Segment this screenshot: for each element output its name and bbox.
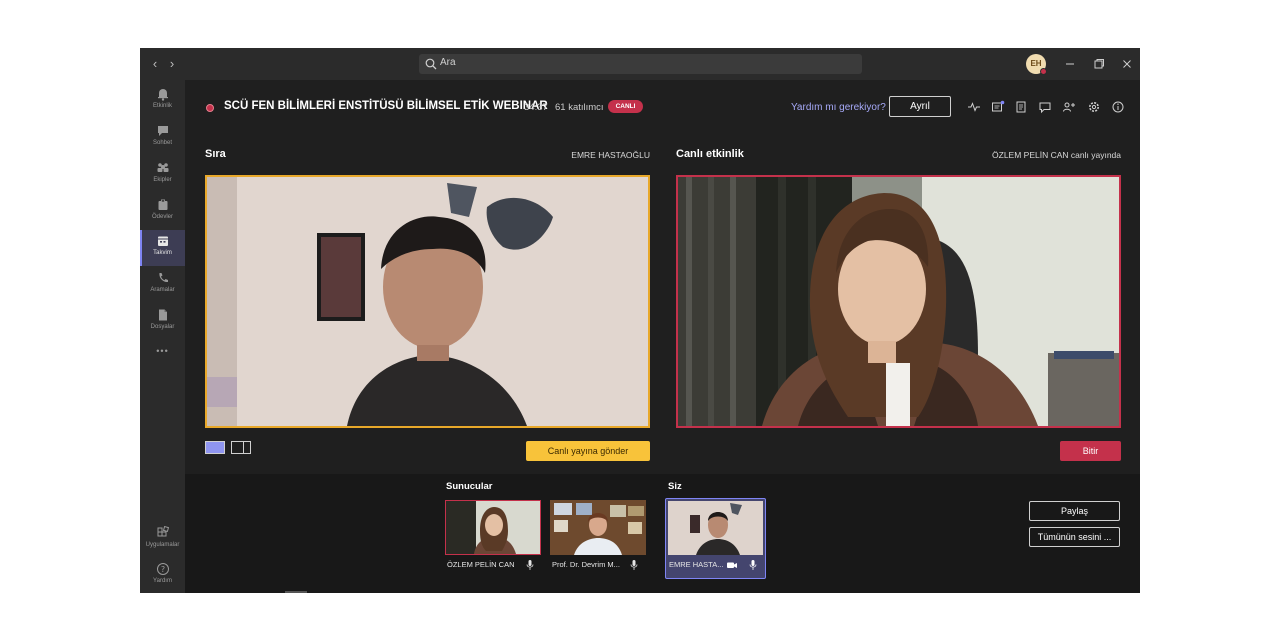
- microphone-icon[interactable]: [748, 559, 758, 571]
- presenter-video-image: [207, 177, 648, 426]
- participant-count[interactable]: 61 katılımcı: [555, 102, 604, 113]
- microphone-icon[interactable]: [629, 559, 639, 571]
- chat-icon: [157, 126, 168, 136]
- participants-strip: [185, 474, 1140, 593]
- recording-indicator-icon: [206, 104, 214, 112]
- layout-split-button[interactable]: [231, 441, 251, 454]
- rail-label: Dosyalar: [150, 324, 175, 330]
- rail-label: Sohbet: [152, 140, 173, 146]
- rail-item-teams[interactable]: Ekipler: [140, 157, 185, 193]
- close-icon[interactable]: [1119, 56, 1135, 72]
- rail-item-apps[interactable]: Uygulamalar: [140, 522, 185, 558]
- presenter-name: Prof. Dr. Devrim M...: [552, 560, 620, 569]
- app-rail: Etkinlik Sohbet Ekipler Ödevler Takvim A…: [140, 80, 185, 593]
- live-speaker-video-image: [678, 177, 1119, 426]
- rail-label: Aramalar: [150, 287, 175, 293]
- you-heading: Siz: [668, 481, 682, 492]
- presenter-thumbnail: [550, 500, 646, 555]
- queue-heading: Sıra: [205, 148, 226, 160]
- presenter-card[interactable]: ÖZLEM PELİN CAN: [445, 500, 541, 578]
- mute-all-button[interactable]: Tümünün sesini ...: [1029, 527, 1120, 547]
- queue-video-feed[interactable]: [205, 175, 650, 428]
- send-live-button[interactable]: Canlı yayına gönder: [526, 441, 650, 461]
- search-icon: [425, 58, 437, 70]
- assignments-icon: [158, 199, 167, 210]
- people-icon[interactable]: [1062, 100, 1076, 114]
- meeting-title: SCÜ FEN BİLİMLERİ ENSTİTÜSÜ BİLİMSEL ETİ…: [224, 100, 548, 112]
- leave-button[interactable]: Ayrıl: [889, 96, 951, 117]
- layout-single-button[interactable]: [205, 441, 225, 454]
- avatar-initials: EH: [1030, 59, 1042, 68]
- search-box[interactable]: Ara: [419, 54, 862, 74]
- live-badge: CANLI: [608, 100, 643, 113]
- live-heading: Canlı etkinlik: [676, 148, 744, 160]
- share-button[interactable]: Paylaş: [1029, 501, 1120, 521]
- presenters-heading: Sunucular: [446, 481, 493, 492]
- rail-item-calls[interactable]: Aramalar: [140, 267, 185, 303]
- help-link[interactable]: Yardım mı gerekiyor?: [791, 102, 886, 113]
- self-card[interactable]: EMRE HASTA...: [665, 498, 766, 579]
- health-icon[interactable]: [967, 100, 981, 114]
- help-icon: ?: [156, 563, 169, 575]
- presenter-video-thumbnail: [446, 501, 540, 554]
- presence-dot: [1040, 68, 1047, 75]
- microphone-icon[interactable]: [525, 559, 535, 571]
- self-video-thumbnail: [668, 501, 763, 555]
- rail-label: Yardım: [153, 578, 172, 584]
- user-avatar[interactable]: EH: [1026, 54, 1047, 75]
- rail-label: Ödevler: [151, 214, 173, 220]
- rail-label: Takvim: [153, 250, 172, 256]
- horizontal-scrollbar[interactable]: [285, 591, 307, 593]
- rail-item-files[interactable]: Dosyalar: [140, 304, 185, 340]
- rail-label: Etkinlik: [152, 103, 172, 109]
- layout-split-divider: [243, 442, 244, 453]
- maximize-icon[interactable]: [1091, 56, 1107, 72]
- meeting-notes-icon[interactable]: [991, 100, 1005, 114]
- rail-item-calendar[interactable]: Takvim: [140, 230, 185, 266]
- teams-icon: [157, 163, 168, 172]
- calendar-icon: [157, 236, 168, 246]
- rail-item-chat[interactable]: Sohbet: [140, 120, 185, 156]
- more-apps-icon[interactable]: •••: [140, 346, 185, 356]
- bell-icon: [157, 89, 168, 101]
- rail-item-assignments[interactable]: Ödevler: [140, 194, 185, 230]
- teams-window: ‹ › Ara EH Etkinlik Sohbet Ekipler Ödevl…: [140, 48, 1140, 593]
- self-name: EMRE HASTA...: [669, 560, 724, 569]
- presenter-thumbnail: [445, 500, 541, 555]
- title-bar: ‹ › Ara EH: [140, 48, 1140, 80]
- live-video-feed[interactable]: [676, 175, 1121, 428]
- presenter-card[interactable]: Prof. Dr. Devrim M...: [550, 500, 646, 578]
- rail-label: Uygulamalar: [145, 542, 180, 548]
- info-icon[interactable]: [1111, 100, 1125, 114]
- self-thumbnail: [668, 501, 763, 555]
- end-button[interactable]: Bitir: [1060, 441, 1121, 461]
- meeting-timer: 34:37: [524, 102, 548, 113]
- svg-text:?: ?: [160, 565, 164, 574]
- phone-icon: [158, 273, 168, 283]
- live-status: ÖZLEM PELİN CAN canlı yayında: [992, 150, 1121, 160]
- rail-item-activity[interactable]: Etkinlik: [140, 83, 185, 119]
- gear-icon[interactable]: [1087, 100, 1101, 114]
- camera-icon[interactable]: [726, 559, 738, 571]
- rail-label: Ekipler: [153, 177, 172, 183]
- rail-item-help[interactable]: ? Yardım: [140, 558, 185, 593]
- files-icon: [158, 309, 167, 321]
- forward-icon[interactable]: ›: [165, 56, 179, 72]
- minimize-icon[interactable]: [1062, 56, 1078, 72]
- back-icon[interactable]: ‹: [148, 56, 162, 72]
- queue-presenter-name: EMRE HASTAOĞLU: [571, 150, 650, 160]
- search-placeholder: Ara: [440, 57, 456, 68]
- apps-icon: [157, 526, 169, 537]
- presenter-video-thumbnail: [550, 500, 646, 555]
- presenter-name: ÖZLEM PELİN CAN: [447, 560, 515, 569]
- notes-icon[interactable]: [1014, 100, 1028, 114]
- chat-icon[interactable]: [1038, 100, 1052, 114]
